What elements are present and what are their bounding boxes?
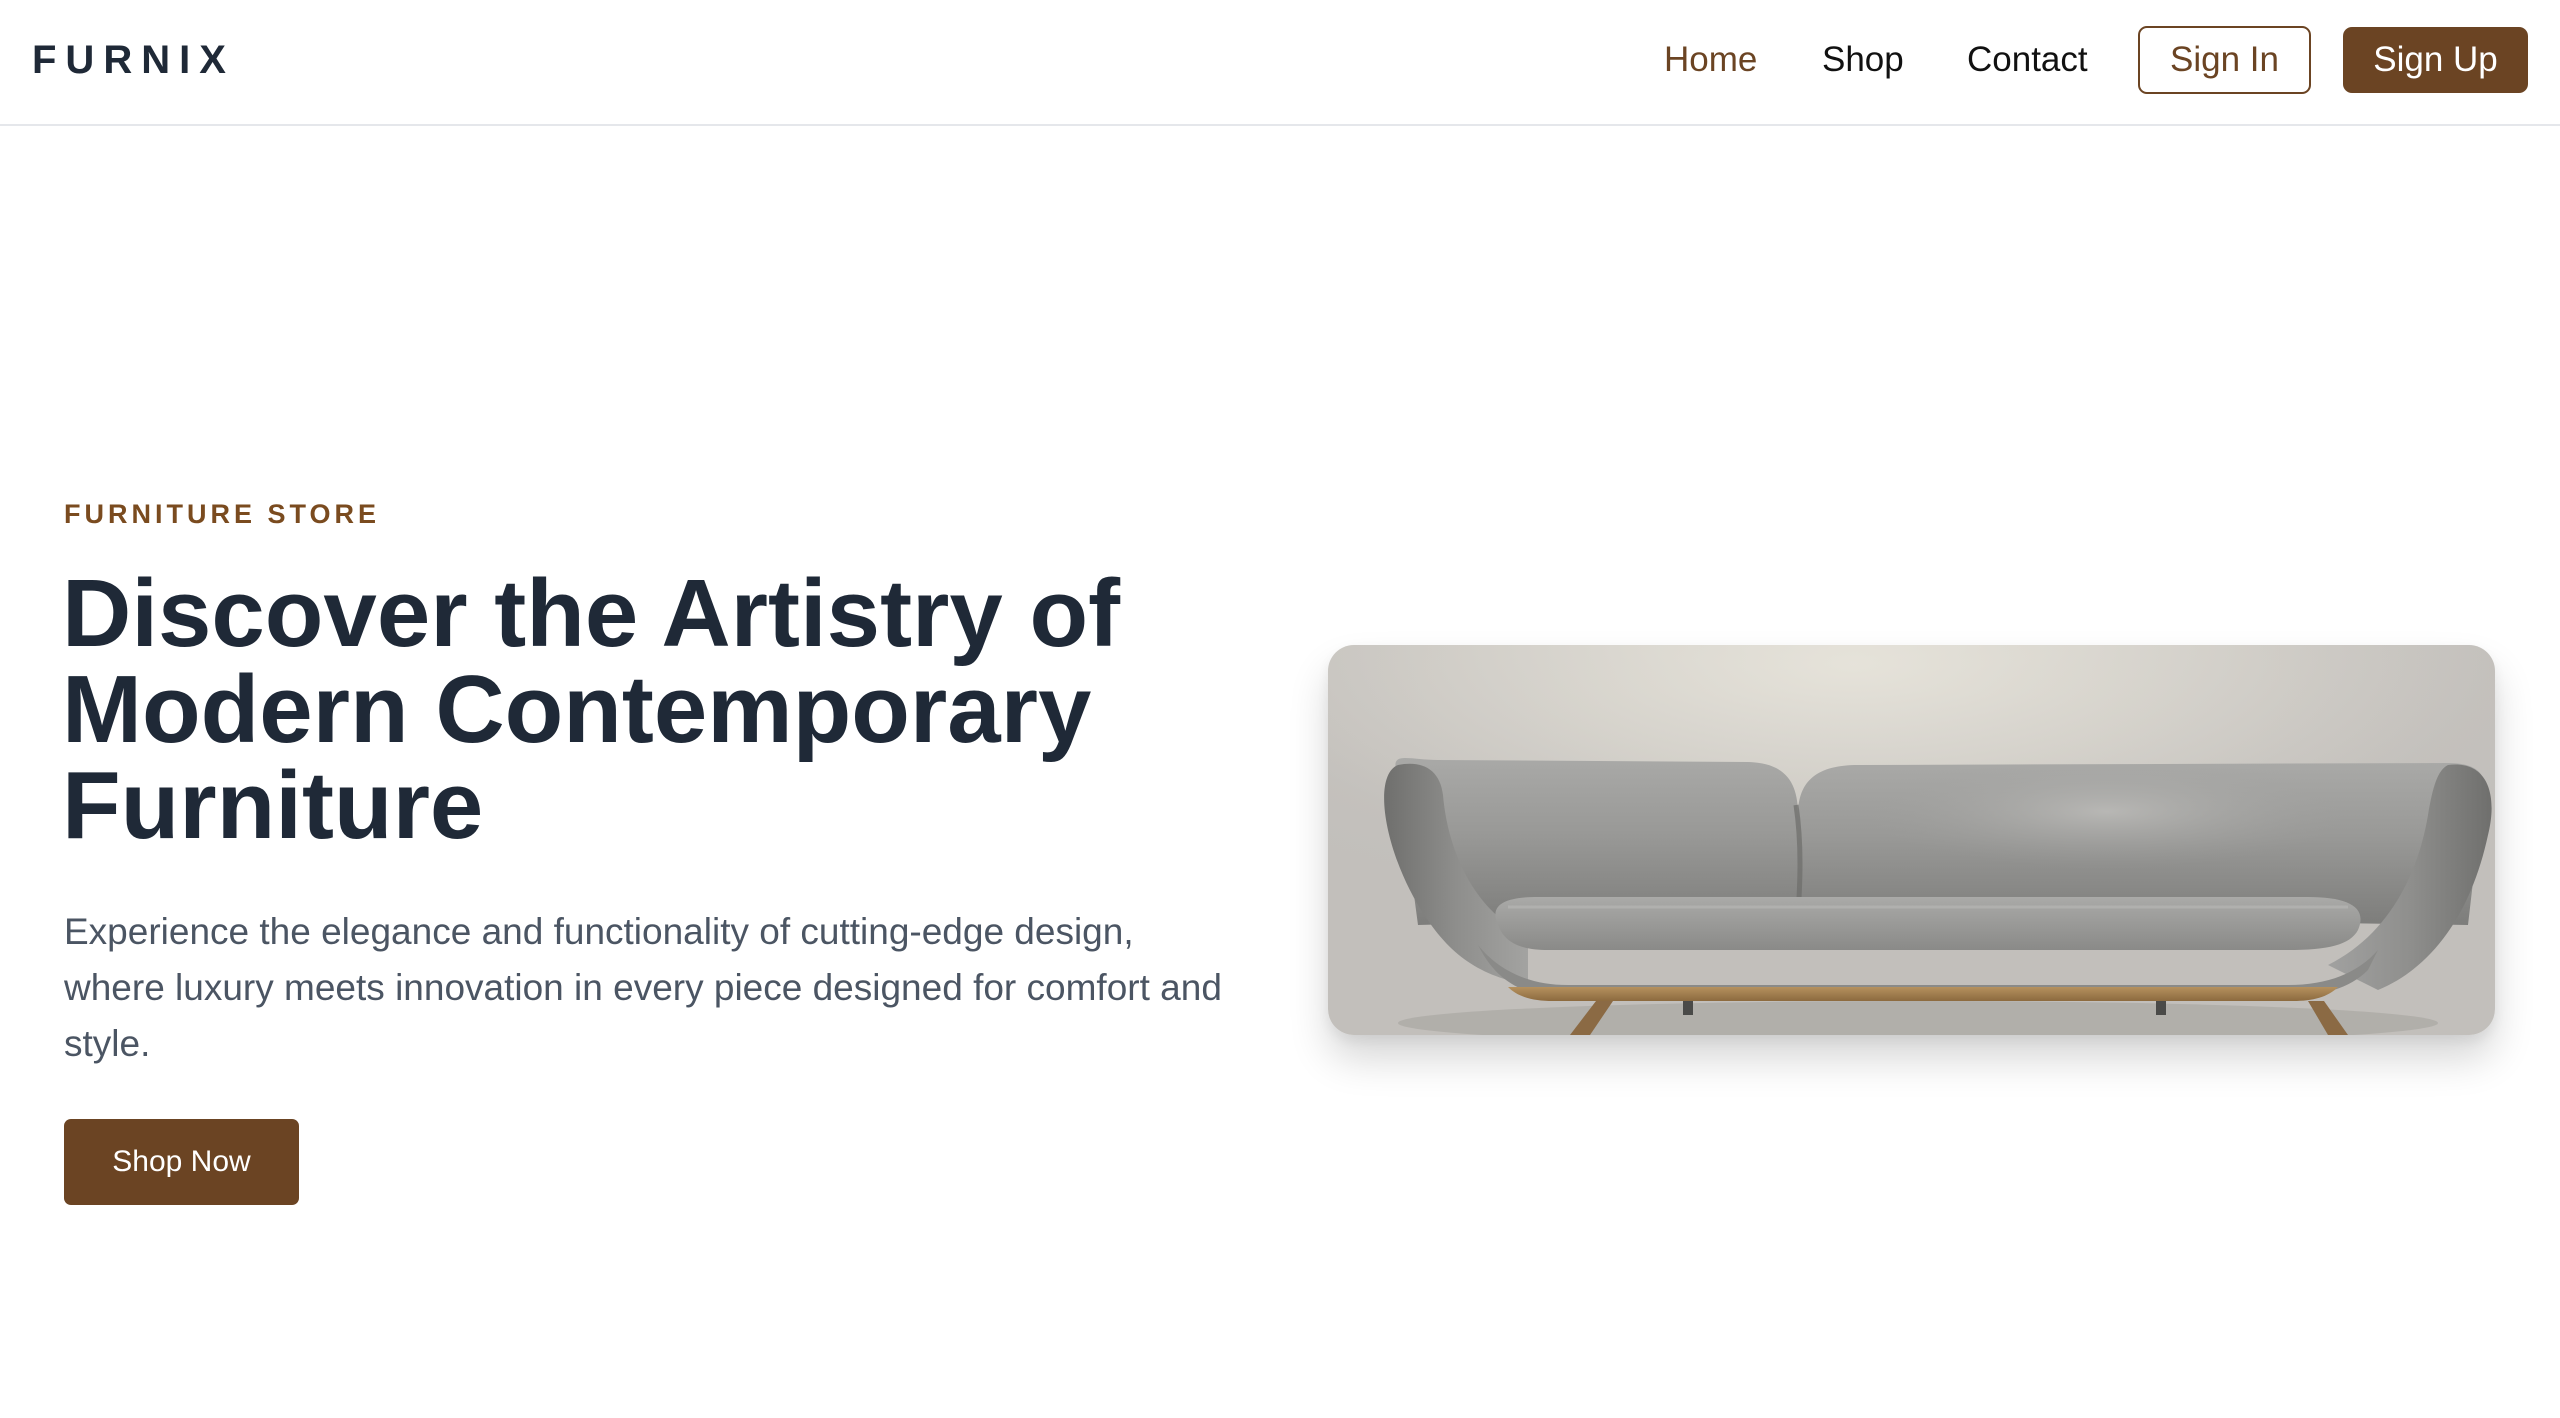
top-navbar: FURNIX Home Shop Contact Sign In Sign Up <box>0 0 2560 126</box>
nav-link-contact[interactable]: Contact <box>1967 36 2088 84</box>
nav-link-shop[interactable]: Shop <box>1822 36 1904 84</box>
hero-title-line: Discover the Artistry of <box>62 560 1121 667</box>
hero-title-line: Furniture <box>62 752 484 859</box>
shop-now-button[interactable]: Shop Now <box>64 1119 299 1205</box>
brand-logo[interactable]: FURNIX <box>32 36 235 84</box>
sofa-product-image <box>1328 645 2495 1035</box>
hero-description: Experience the elegance and functionalit… <box>64 911 1222 1064</box>
sign-in-button[interactable]: Sign In <box>2138 26 2311 94</box>
sign-up-button[interactable]: Sign Up <box>2343 27 2528 93</box>
nav-link-home[interactable]: Home <box>1664 36 1757 84</box>
hero-eyebrow: FURNITURE STORE <box>64 499 381 529</box>
hero-title: Discover the Artistry of Modern Contempo… <box>62 566 1282 854</box>
sofa-illustration <box>1328 645 2495 1035</box>
hero-title-line: Modern Contemporary <box>62 656 1092 763</box>
